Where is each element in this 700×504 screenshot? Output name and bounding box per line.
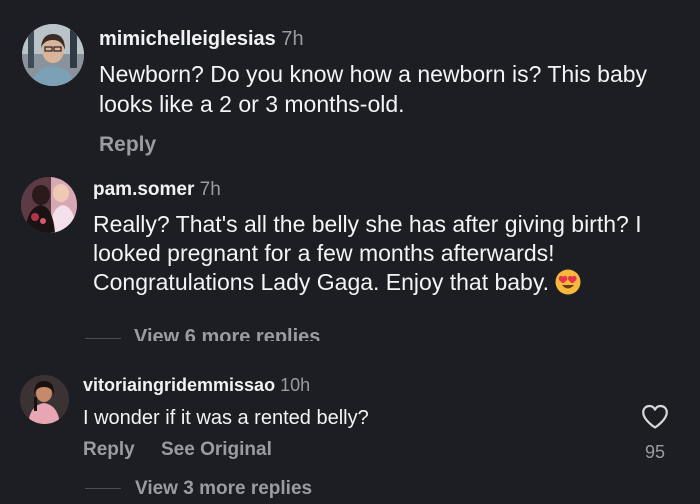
timestamp: 10h [280, 375, 311, 395]
reply-button[interactable]: Reply [83, 439, 135, 461]
avatar[interactable] [20, 375, 69, 424]
see-original-button[interactable]: See Original [161, 439, 272, 461]
view-replies-button[interactable]: View 6 more replies [134, 327, 320, 341]
username[interactable]: mimichelleiglesias 7h [99, 28, 304, 51]
comment-text: Newborn? Do you know how a newborn is? T… [99, 61, 648, 117]
reply-button[interactable]: Reply [99, 133, 156, 157]
view-replies-button[interactable]: View 3 more replies [135, 478, 312, 500]
username[interactable]: pam.somer 7h [93, 179, 221, 201]
comment-3: vitoriaingridemmissao 10h I wonder if it… [0, 350, 700, 504]
heart-eyes-emoji [555, 269, 581, 295]
comment-2: pam.somer 7h Really? That's all the bell… [0, 165, 700, 350]
comment-text: Really? That's all the belly she has aft… [93, 211, 642, 295]
heart-icon[interactable] [641, 404, 669, 430]
comment-1: mimichelleiglesias 7h Newborn? Do you kn… [0, 0, 700, 165]
avatar[interactable] [22, 24, 84, 86]
divider [85, 488, 121, 489]
divider [85, 338, 121, 339]
timestamp: 7h [281, 28, 304, 50]
like-count: 95 [644, 442, 666, 462]
avatar[interactable] [21, 177, 77, 233]
comment-text: I wonder if it was a rented belly? [83, 407, 369, 429]
username[interactable]: vitoriaingridemmissao 10h [83, 375, 310, 396]
timestamp: 7h [199, 179, 221, 200]
